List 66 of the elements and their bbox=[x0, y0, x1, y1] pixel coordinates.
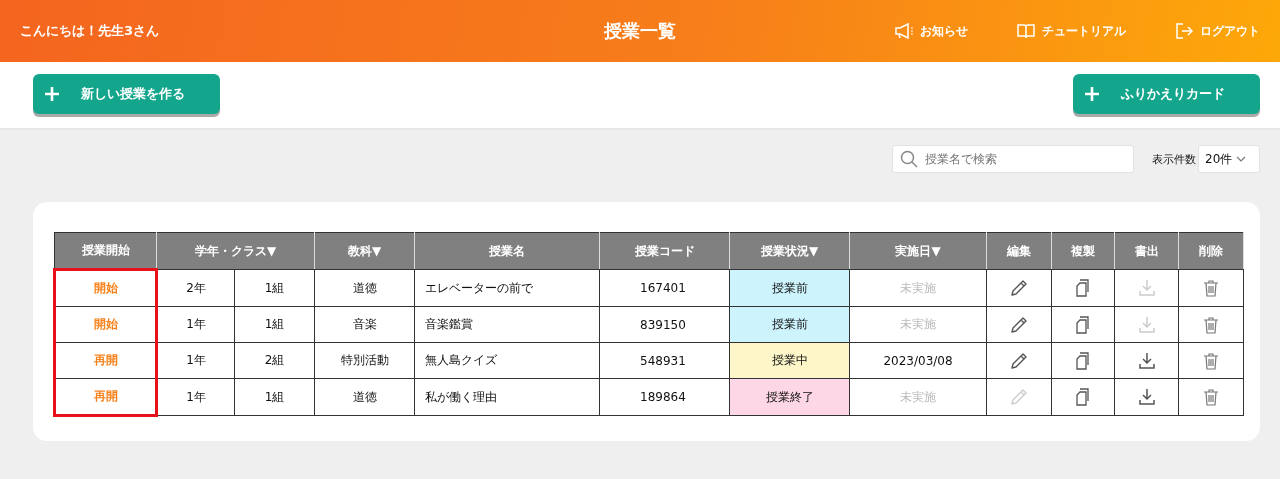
column-header: 編集 bbox=[986, 232, 1052, 270]
table-cell: 特別活動 bbox=[314, 342, 415, 379]
page-size-label: 表示件数 bbox=[1152, 151, 1196, 167]
table-cell: 未実施 bbox=[849, 306, 987, 343]
column-header: 授業名 bbox=[414, 232, 600, 270]
book-icon bbox=[1016, 21, 1036, 41]
nav-link[interactable]: お知らせ bbox=[894, 21, 968, 41]
table-cell: 道徳 bbox=[314, 269, 415, 307]
column-header: 授業状況▼ bbox=[729, 232, 850, 270]
nav-link[interactable]: ログアウト bbox=[1174, 21, 1260, 41]
table-cell: 839150 bbox=[599, 306, 730, 343]
status-cell: 授業終了 bbox=[729, 378, 850, 416]
table-cell: 2組 bbox=[234, 342, 315, 379]
status-cell: 授業中 bbox=[729, 342, 850, 379]
download-icon[interactable] bbox=[1136, 350, 1157, 371]
table-cell: 189864 bbox=[599, 378, 730, 416]
megaphone-icon bbox=[894, 21, 914, 41]
search-field[interactable]: 授業名で検索 bbox=[892, 145, 1134, 173]
table-cell: 道徳 bbox=[314, 378, 415, 416]
table-cell: エレベーターの前で bbox=[414, 269, 600, 307]
column-header: 実施日▼ bbox=[849, 232, 987, 270]
table-cell: 1組 bbox=[234, 306, 315, 343]
column-header: 授業コード bbox=[599, 232, 730, 270]
start-link[interactable]: 開始 bbox=[54, 306, 157, 343]
create-button[interactable]: ふりかえりカード bbox=[1073, 74, 1260, 114]
table-cell: 2年 bbox=[156, 269, 235, 307]
table-cell: 548931 bbox=[599, 342, 730, 379]
trash-icon[interactable] bbox=[1201, 278, 1221, 298]
start-link[interactable]: 再開 bbox=[54, 378, 157, 416]
table-cell: 1組 bbox=[234, 269, 315, 307]
table-cell: 167401 bbox=[599, 269, 730, 307]
pencil-icon[interactable] bbox=[1009, 278, 1029, 298]
greeting-text: こんにちは！先生3さん bbox=[20, 22, 161, 40]
status-cell: 授業前 bbox=[729, 306, 850, 343]
plus-icon bbox=[1085, 87, 1099, 101]
column-header: 書出 bbox=[1114, 232, 1179, 270]
download-icon[interactable] bbox=[1136, 387, 1157, 407]
start-link[interactable]: 再開 bbox=[54, 342, 157, 379]
trash-icon[interactable] bbox=[1201, 350, 1221, 371]
column-header: 学年・クラス▼ bbox=[156, 232, 315, 270]
column-header: 授業開始 bbox=[54, 232, 157, 270]
table-cell: 1年 bbox=[156, 342, 235, 379]
table-cell: 未実施 bbox=[849, 269, 987, 307]
start-link[interactable]: 開始 bbox=[54, 269, 157, 307]
table-cell: 未実施 bbox=[849, 378, 987, 416]
table-cell: 音楽 bbox=[314, 306, 415, 343]
table-cell: 1年 bbox=[156, 306, 235, 343]
table-cell: 2023/03/08 bbox=[849, 342, 987, 379]
column-header: 削除 bbox=[1178, 232, 1244, 270]
trash-icon[interactable] bbox=[1201, 314, 1221, 335]
table-cell: 1組 bbox=[234, 378, 315, 416]
page-title: 授業一覧 bbox=[603, 19, 677, 43]
plus-icon bbox=[45, 87, 59, 101]
table-cell: 音楽鑑賞 bbox=[414, 306, 600, 343]
page-size-select[interactable]: 20件 bbox=[1198, 145, 1260, 173]
table-cell: 私が働く理由 bbox=[414, 378, 600, 416]
table-cell: 1年 bbox=[156, 378, 235, 416]
chevron-icon bbox=[1236, 156, 1247, 162]
column-header: 複製 bbox=[1051, 232, 1115, 270]
column-header: 教科▼ bbox=[314, 232, 415, 270]
table-cell: 無人島クイズ bbox=[414, 342, 600, 379]
nav-link[interactable]: チュートリアル bbox=[1016, 21, 1126, 41]
trash-icon[interactable] bbox=[1201, 387, 1221, 407]
logout-icon bbox=[1174, 21, 1194, 41]
create-button[interactable]: 新しい授業を作る bbox=[33, 74, 220, 114]
status-cell: 授業前 bbox=[729, 269, 850, 307]
